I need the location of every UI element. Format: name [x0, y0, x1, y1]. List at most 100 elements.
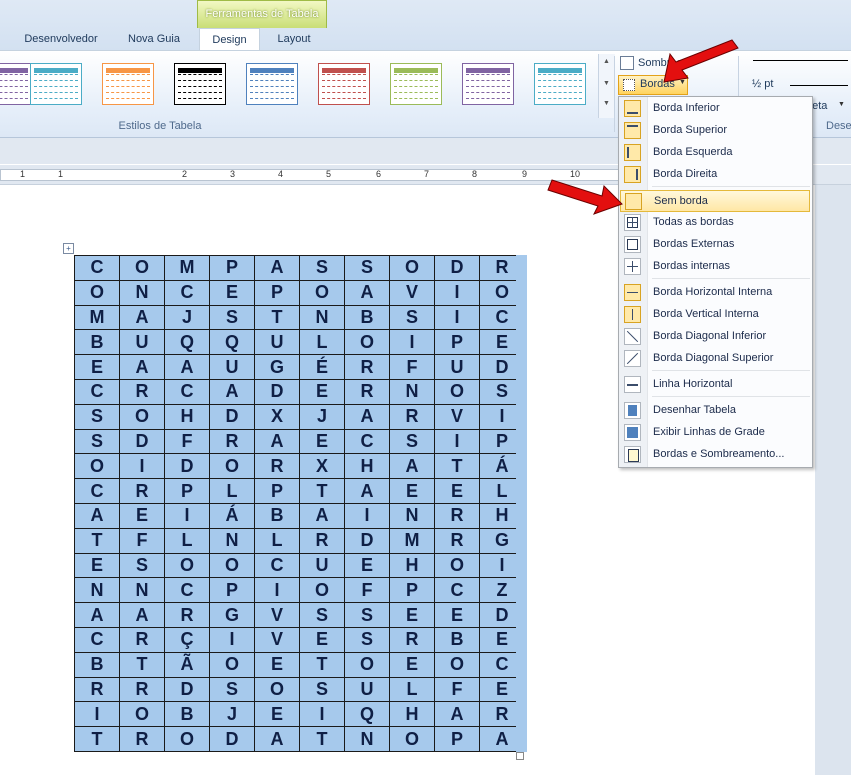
grid-cell[interactable]: X [299, 453, 345, 480]
menu-item-inside-vertical-border[interactable]: Borda Vertical Interna [620, 304, 810, 326]
grid-cell[interactable]: I [74, 701, 120, 728]
grid-cell[interactable]: O [299, 577, 345, 604]
grid-cell[interactable]: I [119, 453, 165, 480]
grid-cell[interactable]: U [209, 354, 255, 380]
grid-cell[interactable]: F [344, 577, 390, 604]
grid-cell[interactable]: E [434, 478, 480, 504]
grid-cell[interactable]: H [344, 453, 390, 480]
grid-cell[interactable]: U [344, 676, 390, 703]
grid-cell[interactable]: O [119, 701, 165, 728]
word-search-table[interactable]: COMPASSODRONCEPOAVIOMAJSTNBSICBUQQULOIPE… [74, 255, 525, 752]
grid-cell[interactable]: S [389, 428, 435, 455]
grid-cell[interactable]: T [299, 651, 345, 678]
grid-cell[interactable]: I [389, 329, 435, 356]
grid-cell[interactable]: A [74, 502, 120, 529]
grid-cell[interactable]: I [164, 502, 210, 529]
grid-cell[interactable]: X [254, 403, 300, 430]
grid-cell[interactable]: R [119, 478, 165, 504]
grid-cell[interactable]: E [389, 602, 435, 628]
grid-cell[interactable]: A [254, 428, 300, 455]
grid-cell[interactable]: O [209, 453, 255, 480]
pen-weight[interactable]: ½ pt [752, 78, 773, 90]
grid-cell[interactable]: T [299, 726, 345, 752]
menu-item-border-bottom[interactable]: Borda Inferior [620, 98, 810, 120]
menu-item-outside-borders[interactable]: Bordas Externas [620, 234, 810, 256]
grid-cell[interactable]: C [434, 577, 480, 604]
grid-cell[interactable]: U [299, 552, 345, 579]
grid-cell[interactable]: S [344, 602, 390, 628]
grid-cell[interactable]: O [299, 279, 345, 306]
grid-cell[interactable]: Q [344, 701, 390, 728]
grid-cell[interactable]: T [434, 453, 480, 480]
grid-cell[interactable]: N [209, 527, 255, 554]
grid-cell[interactable]: Q [209, 329, 255, 356]
grid-cell[interactable]: P [434, 329, 480, 356]
grid-cell[interactable]: N [344, 726, 390, 752]
menu-item-inside-horizontal-border[interactable]: Borda Horizontal Interna [620, 282, 810, 304]
grid-cell[interactable]: Á [209, 502, 255, 529]
grid-cell[interactable]: E [299, 378, 345, 405]
menu-item-no-border[interactable]: Sem borda [620, 190, 810, 212]
grid-cell[interactable]: P [434, 726, 480, 752]
grid-cell[interactable]: R [389, 403, 435, 430]
grid-cell[interactable]: V [389, 279, 435, 306]
gallery-scroll[interactable]: ▲ ▼ ▼ [598, 54, 615, 118]
grid-cell[interactable]: E [434, 602, 480, 628]
grid-cell[interactable]: R [164, 602, 210, 628]
grid-cell[interactable]: P [209, 255, 255, 281]
grid-cell[interactable]: R [119, 676, 165, 703]
grid-cell[interactable]: T [74, 726, 120, 752]
grid-cell[interactable]: L [164, 527, 210, 554]
grid-cell[interactable]: E [254, 651, 300, 678]
grid-cell[interactable]: A [209, 378, 255, 405]
menu-item-diagonal-down-border[interactable]: Borda Diagonal Inferior [620, 326, 810, 348]
grid-cell[interactable]: A [119, 354, 165, 380]
grid-cell[interactable]: L [254, 527, 300, 554]
grid-cell[interactable]: U [119, 329, 165, 356]
grid-cell[interactable]: N [74, 577, 120, 604]
grid-cell[interactable]: M [389, 527, 435, 554]
grid-cell[interactable]: I [434, 304, 480, 331]
grid-cell[interactable]: O [74, 279, 120, 306]
grid-cell[interactable]: Ã [164, 651, 210, 678]
grid-cell[interactable]: E [389, 651, 435, 678]
grid-cell[interactable]: B [74, 329, 120, 356]
grid-cell[interactable]: D [344, 527, 390, 554]
grid-cell[interactable]: S [344, 255, 390, 281]
menu-item-horizontal-line[interactable]: Linha Horizontal [620, 374, 810, 396]
grid-cell[interactable]: C [74, 626, 120, 653]
menu-item-draw-table[interactable]: Desenhar Tabela [620, 400, 810, 422]
vertical-scrollbar[interactable] [815, 185, 851, 775]
menu-item-border-right[interactable]: Borda Direita [620, 164, 810, 186]
grid-cell[interactable]: Ç [164, 626, 210, 653]
grid-cell[interactable]: O [164, 726, 210, 752]
grid-cell[interactable]: D [209, 403, 255, 430]
grid-cell[interactable]: S [74, 403, 120, 430]
grid-cell[interactable]: V [434, 403, 480, 430]
grid-cell[interactable]: F [434, 676, 480, 703]
grid-cell[interactable]: S [389, 304, 435, 331]
grid-cell[interactable]: H [164, 403, 210, 430]
grid-cell[interactable]: H [389, 552, 435, 579]
grid-cell[interactable]: N [389, 378, 435, 405]
grid-cell[interactable]: G [209, 602, 255, 628]
grid-cell[interactable]: I [209, 626, 255, 653]
grid-cell[interactable]: S [344, 626, 390, 653]
grid-cell[interactable]: C [344, 428, 390, 455]
grid-cell[interactable]: R [344, 354, 390, 380]
grid-cell[interactable]: E [74, 552, 120, 579]
grid-cell[interactable]: E [254, 701, 300, 728]
grid-cell[interactable]: O [254, 676, 300, 703]
grid-cell[interactable]: T [254, 304, 300, 331]
grid-cell[interactable]: D [164, 453, 210, 480]
grid-cell[interactable]: B [344, 304, 390, 331]
grid-cell[interactable]: M [164, 255, 210, 281]
grid-cell[interactable]: A [299, 502, 345, 529]
grid-cell[interactable]: O [164, 552, 210, 579]
table-style-thumbnail[interactable] [390, 63, 442, 105]
grid-cell[interactable]: D [434, 255, 480, 281]
grid-cell[interactable]: P [389, 577, 435, 604]
line-style-preview[interactable] [753, 60, 848, 61]
grid-cell[interactable]: E [389, 478, 435, 504]
grid-cell[interactable]: D [164, 676, 210, 703]
